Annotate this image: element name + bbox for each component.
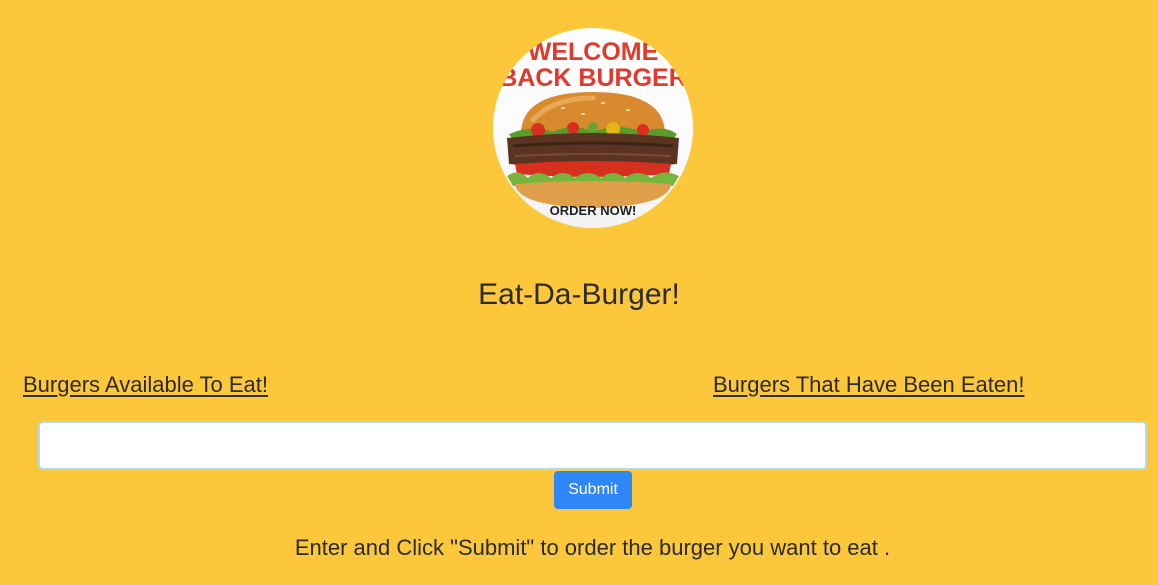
burgers-available-heading: Burgers Available To Eat! (23, 372, 269, 397)
burger-logo-icon: WELCOME BACK BURGER ORDER NOW! (493, 28, 693, 228)
logo-line1: WELCOME (528, 38, 659, 66)
page-title: Eat-Da-Burger! (478, 278, 680, 311)
burger-name-input[interactable] (38, 421, 1147, 470)
burgers-eaten-heading: Burgers That Have Been Eaten! (713, 372, 1025, 397)
logo-footer: ORDER NOW! (550, 203, 637, 218)
page: WELCOME BACK BURGER ORDER NOW! Eat-Da-Bu… (0, 0, 1158, 585)
instructions-text: Enter and Click "Submit" to order the bu… (294, 535, 891, 560)
logo-line2: BACK BURGER (499, 64, 687, 92)
submit-button[interactable]: Submit (554, 471, 632, 509)
